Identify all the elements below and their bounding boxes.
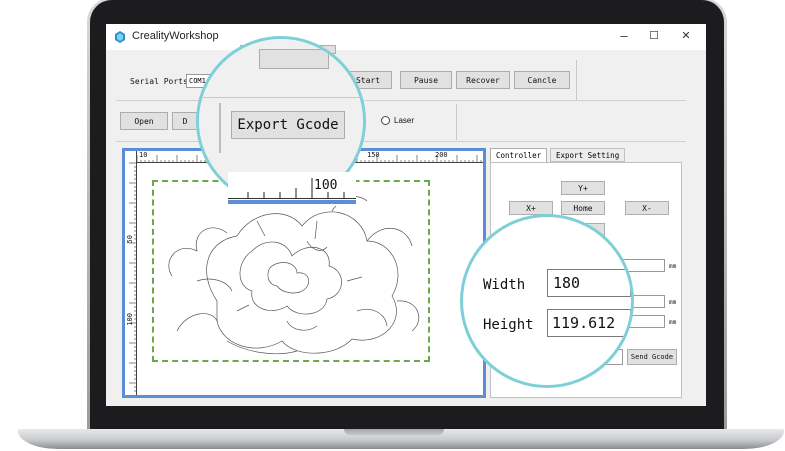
- magnifier-size-fields: Width 180 Height 119.612: [460, 214, 634, 388]
- send-gcode-button[interactable]: Send Gcode: [627, 349, 677, 365]
- open-button[interactable]: Open: [120, 112, 168, 130]
- d-button[interactable]: D: [172, 112, 198, 130]
- title-bar: CrealityWorkshop – ☐ ✕: [106, 24, 706, 50]
- width-value: 180: [553, 274, 581, 292]
- left-ruler-ticks: [129, 162, 137, 392]
- toolbar-divider-2: [456, 104, 457, 140]
- x-plus-button[interactable]: X+: [509, 201, 553, 215]
- zoom-ruler-inset: 100: [228, 172, 356, 206]
- x-minus-button[interactable]: X-: [625, 201, 669, 215]
- zoom-partial-button: [259, 49, 329, 69]
- ruler-tick-label: 150: [367, 151, 380, 159]
- ruler-tick-label: 200: [435, 151, 448, 159]
- serial-ports-label: Serial Ports: [130, 77, 188, 86]
- height-input[interactable]: 119.612: [547, 309, 631, 337]
- maximize-button[interactable]: ☐: [644, 29, 664, 42]
- unit-label: mm: [669, 299, 677, 306]
- home-button[interactable]: Home: [561, 201, 605, 215]
- tab-controller[interactable]: Controller: [490, 148, 548, 162]
- y-plus-button[interactable]: Y+: [561, 181, 605, 195]
- export-gcode-button[interactable]: Export Gcode: [231, 111, 345, 139]
- zoom-separator: [203, 97, 363, 98]
- left-ruler: 50 100: [125, 151, 137, 395]
- pause-button[interactable]: Pause: [400, 71, 452, 89]
- unit-label: mm: [669, 319, 677, 326]
- peony-line-art-image[interactable]: [157, 181, 427, 359]
- zoom-divider: [219, 103, 221, 153]
- width-label: Width: [483, 277, 526, 293]
- laser-radio[interactable]: [381, 116, 390, 125]
- zoom-ruler-label: 100: [314, 178, 338, 193]
- app-logo-icon: [115, 31, 125, 43]
- ruler-tick-label: 100: [126, 313, 134, 326]
- ruler-tick-label: 10: [139, 151, 148, 159]
- minimize-button[interactable]: –: [614, 28, 634, 43]
- laptop-notch: [344, 429, 444, 435]
- width-unit: mm: [669, 263, 677, 270]
- close-button[interactable]: ✕: [676, 29, 696, 42]
- ruler-tick-label: 50: [126, 235, 134, 244]
- cancel-button[interactable]: Cancle: [514, 71, 570, 89]
- width-input[interactable]: 180: [547, 269, 631, 297]
- height-label: Height: [483, 317, 534, 333]
- toolbar-divider: [576, 60, 577, 100]
- recover-button[interactable]: Recover: [456, 71, 510, 89]
- laser-label: Laser: [394, 116, 415, 125]
- height-value: 119.612: [552, 314, 616, 332]
- tab-export-setting[interactable]: Export Setting: [550, 148, 626, 162]
